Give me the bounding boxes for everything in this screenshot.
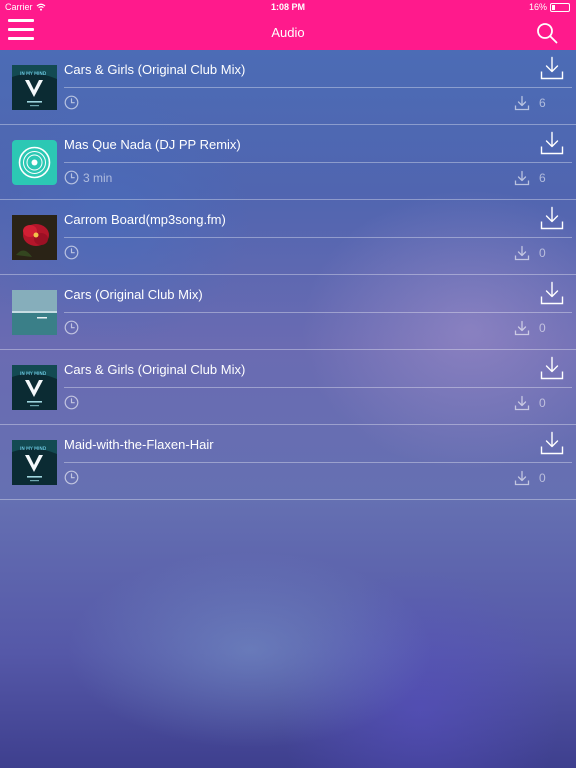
track-row[interactable]: Mas Que Nada (DJ PP Remix) 3 min 6	[0, 125, 576, 200]
status-bar: Carrier 1:08 PM 16%	[0, 0, 576, 14]
row-divider	[64, 237, 572, 238]
download-count-icon	[514, 395, 530, 411]
page-title: Audio	[271, 25, 305, 40]
album-art: IN MY MIND	[12, 65, 57, 110]
album-art	[12, 290, 57, 335]
duration-info	[64, 95, 83, 110]
download-count-icon	[514, 245, 530, 261]
track-title: Mas Que Nada (DJ PP Remix)	[64, 137, 241, 152]
svg-text:IN MY MIND: IN MY MIND	[20, 71, 47, 77]
download-count-info: 6	[514, 95, 546, 111]
svg-text:IN MY MIND: IN MY MIND	[20, 446, 47, 452]
nav-bar: Audio	[0, 14, 576, 50]
download-count-icon	[514, 95, 530, 111]
download-icon[interactable]	[540, 206, 564, 230]
download-count-icon	[514, 470, 530, 486]
row-divider	[64, 387, 572, 388]
download-count-info: 6	[514, 170, 546, 186]
duration-info	[64, 395, 83, 410]
search-icon[interactable]	[536, 22, 558, 44]
clock-icon	[64, 395, 79, 410]
track-row[interactable]: IN MY MIND Cars & Girls (Original Club M…	[0, 50, 576, 125]
download-count-icon	[514, 320, 530, 336]
duration-info: 3 min	[64, 170, 112, 185]
clock-icon	[64, 320, 79, 335]
track-title: Maid-with-the-Flaxen-Hair	[64, 437, 214, 452]
download-icon[interactable]	[540, 356, 564, 380]
download-count-info: 0	[514, 245, 546, 261]
battery-indicator: 16%	[529, 2, 570, 12]
album-art	[12, 215, 57, 260]
battery-percent: 16%	[528, 2, 547, 12]
album-art: IN MY MIND	[12, 440, 57, 485]
track-row[interactable]: Carrom Board(mp3song.fm) 0	[0, 200, 576, 275]
track-duration: 3 min	[83, 170, 113, 185]
track-row[interactable]: IN MY MIND Cars & Girls (Original Club M…	[0, 350, 576, 425]
download-count-info: 0	[514, 320, 546, 336]
row-divider	[64, 162, 572, 163]
clock-icon	[64, 245, 79, 260]
download-count-icon	[514, 170, 530, 186]
track-row[interactable]: IN MY MIND Maid-with-the-Flaxen-Hair 0	[0, 425, 576, 500]
clock-icon	[64, 170, 79, 185]
download-count: 0	[539, 321, 546, 335]
svg-text:IN MY MIND: IN MY MIND	[20, 371, 47, 377]
status-time: 1:08 PM	[270, 2, 305, 12]
album-art: IN MY MIND	[12, 365, 57, 410]
track-list: IN MY MIND Cars & Girls (Original Club M…	[0, 50, 576, 500]
clock-icon	[64, 470, 79, 485]
track-title: Cars & Girls (Original Club Mix)	[64, 362, 246, 377]
download-icon[interactable]	[540, 431, 564, 455]
download-count: 6	[539, 96, 546, 110]
download-count-info: 0	[514, 395, 546, 411]
track-row[interactable]: Cars (Original Club Mix) 0	[0, 275, 576, 350]
clock-icon	[64, 95, 79, 110]
album-art	[12, 140, 57, 185]
download-icon[interactable]	[540, 281, 564, 305]
download-icon[interactable]	[540, 131, 564, 155]
battery-level	[552, 4, 555, 10]
battery-icon	[550, 2, 570, 12]
download-count-info: 0	[514, 470, 546, 486]
track-title: Cars & Girls (Original Club Mix)	[64, 62, 246, 77]
duration-info	[64, 245, 83, 260]
track-title: Carrom Board(mp3song.fm)	[64, 212, 226, 227]
duration-info	[64, 320, 83, 335]
row-divider	[64, 87, 572, 88]
download-count: 0	[539, 471, 546, 485]
track-title: Cars (Original Club Mix)	[64, 287, 203, 302]
download-count: 6	[539, 171, 546, 185]
download-count: 0	[539, 396, 546, 410]
row-divider	[64, 312, 572, 313]
download-count: 0	[539, 246, 546, 260]
download-icon[interactable]	[540, 56, 564, 80]
duration-info	[64, 470, 83, 485]
row-divider	[64, 462, 572, 463]
